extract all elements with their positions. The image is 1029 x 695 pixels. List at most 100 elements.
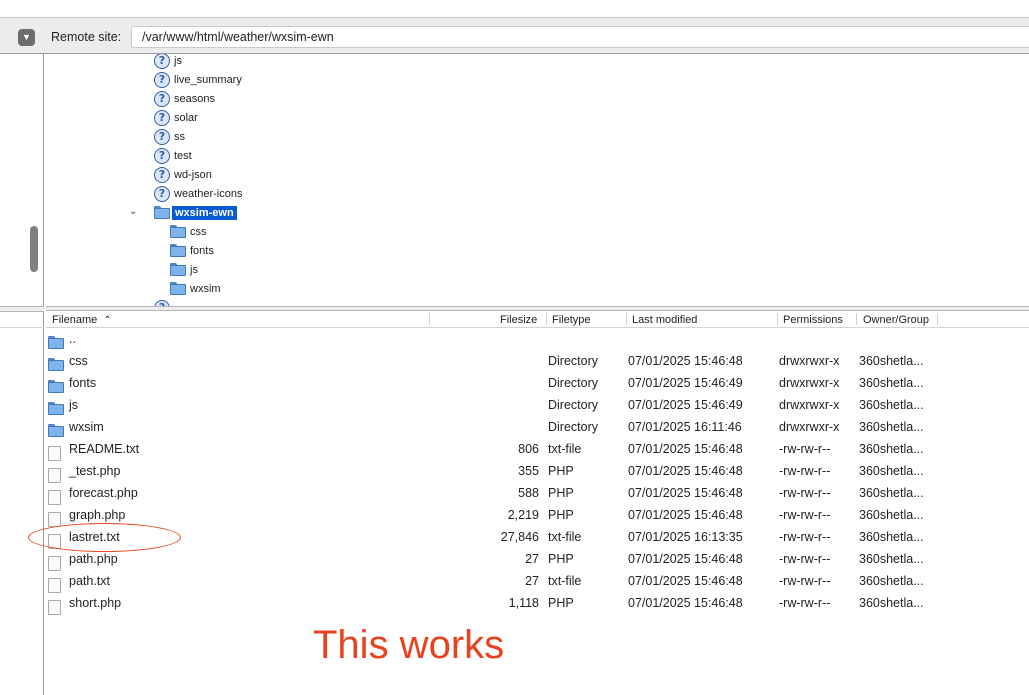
question-icon: ? (154, 166, 170, 183)
file-owner-group: 360shetla... (859, 354, 924, 368)
tree-item[interactable]: ? weather-icons (154, 184, 242, 203)
file-name: short.php (69, 596, 122, 610)
file-name: forecast.php (69, 486, 138, 500)
tree-item-label: wd-json (174, 168, 212, 181)
file-last-modified: 07/01/2025 15:46:48 (628, 486, 743, 500)
column-separator[interactable] (937, 313, 938, 325)
file-permissions: drwxrwxr-x (779, 376, 840, 390)
chevron-down-icon[interactable]: ▼ (18, 29, 35, 46)
file-type: PHP (548, 552, 574, 566)
file-permissions: -rw-rw-r-- (779, 508, 831, 522)
question-icon: ? (154, 185, 170, 202)
tree-item[interactable]: ? seasons (154, 89, 215, 108)
annotation-text: This works (313, 623, 505, 667)
column-separator[interactable] (777, 313, 778, 325)
remote-site-bar: ▼ Remote site: /var/www/html/weather/wxs… (0, 18, 1029, 54)
file-row[interactable]: README.txt 806 txt-file 07/01/2025 15:46:48… (46, 439, 1029, 461)
tree-item[interactable]: ? js (154, 54, 182, 70)
file-row[interactable]: _test.php 355 PHP 07/01/2025 15:46:48 -rw-rw… (46, 461, 1029, 483)
column-permissions[interactable]: Permissions (783, 313, 843, 327)
question-icon: ? (154, 90, 170, 107)
folder-icon (170, 225, 186, 238)
file-row[interactable]: fonts Directory 07/01/2025 15:46:49 drwxrwx… (46, 373, 1029, 395)
file-row[interactable]: short.php 1,118 PHP 07/01/2025 15:46:48 -rw-… (46, 593, 1029, 615)
local-pane (0, 54, 44, 695)
file-permissions: drwxrwxr-x (779, 420, 840, 434)
file-list-header: Filename ⌃ Filesize Filetype Last modifie… (46, 311, 1029, 328)
tree-item-label: solar (174, 111, 198, 124)
file-row[interactable]: path.php 27 PHP 07/01/2025 15:46:48 -rw-rw-r… (46, 549, 1029, 571)
file-size: 355 (518, 464, 539, 478)
tree-item-label: wxsim-ewn (172, 205, 237, 220)
remote-site-path-input[interactable]: /var/www/html/weather/wxsim-ewn (131, 26, 1029, 48)
file-row[interactable]: graph.php 2,219 PHP 07/01/2025 15:46:48 -rw-… (46, 505, 1029, 527)
file-permissions: -rw-rw-r-- (779, 486, 831, 500)
remote-site-label: Remote site: (51, 30, 122, 44)
tree-item-label: test (174, 149, 192, 162)
tree-item[interactable]: ? ss (154, 127, 185, 146)
file-owner-group: 360shetla... (859, 376, 924, 390)
column-separator[interactable] (429, 313, 430, 325)
file-name: _test.php (69, 464, 121, 478)
tree-item[interactable]: ⌄ wxsim-ewn (129, 203, 237, 222)
file-row[interactable]: forecast.php 588 PHP 07/01/2025 15:46:48 -rw… (46, 483, 1029, 505)
column-separator[interactable] (856, 313, 857, 325)
tree-item[interactable]: ? test (154, 146, 192, 165)
file-permissions: -rw-rw-r-- (779, 552, 831, 566)
file-size: 588 (518, 486, 539, 500)
file-owner-group: 360shetla... (859, 442, 924, 456)
tree-item[interactable]: ? live_summary (154, 70, 242, 89)
file-size: 1,118 (508, 596, 539, 610)
chevron-down-icon[interactable]: ⌄ (129, 206, 137, 217)
file-type: txt-file (548, 574, 582, 588)
column-filesize[interactable]: Filesize (500, 313, 537, 327)
folder-icon (170, 263, 186, 276)
sort-ascending-icon: ⌃ (103, 315, 112, 326)
tree-item[interactable]: js (170, 260, 198, 279)
file-name: wxsim (69, 420, 104, 434)
column-filename[interactable]: Filename ⌃ (52, 313, 112, 327)
local-tree-scrollbar[interactable] (30, 226, 38, 272)
tree-item-label: fonts (190, 244, 214, 257)
file-permissions: drwxrwxr-x (779, 398, 840, 412)
file-row[interactable]: wxsim Directory 07/01/2025 16:11:46 drwxrwx… (46, 417, 1029, 439)
file-type: PHP (548, 464, 574, 478)
file-last-modified: 07/01/2025 16:11:46 (628, 420, 742, 434)
file-size: 27 (525, 552, 539, 566)
tree-item-label: live_summary (174, 73, 242, 86)
local-list-header (0, 312, 44, 328)
tree-item[interactable]: css (170, 222, 207, 241)
tree-item[interactable]: ? wd-json (154, 165, 212, 184)
column-filename-label: Filename (52, 314, 98, 326)
tree-item[interactable]: ? solar (154, 108, 198, 127)
tree-item-label: css (190, 225, 207, 238)
file-permissions: -rw-rw-r-- (779, 574, 831, 588)
tree-item-partial[interactable]: ? (154, 298, 170, 306)
file-last-modified: 07/01/2025 15:46:48 (628, 552, 743, 566)
column-owner-group[interactable]: Owner/Group (863, 313, 929, 327)
file-type: Directory (548, 376, 599, 390)
folder-icon (170, 282, 186, 295)
file-row[interactable]: js Directory 07/01/2025 15:46:49 drwxrwxr-x… (46, 395, 1029, 417)
column-separator[interactable] (626, 313, 627, 325)
file-last-modified: 07/01/2025 15:46:48 (628, 442, 743, 456)
column-separator[interactable] (546, 313, 547, 325)
file-owner-group: 360shetla... (859, 574, 924, 588)
column-last-modified[interactable]: Last modified (632, 313, 697, 327)
question-icon: ? (154, 71, 170, 88)
file-type: Directory (548, 354, 599, 368)
file-row[interactable]: .. (46, 329, 1029, 351)
file-owner-group: 360shetla... (859, 596, 924, 610)
file-owner-group: 360shetla... (859, 464, 924, 478)
tree-item[interactable]: wxsim (170, 279, 221, 298)
file-row[interactable]: lastret.txt 27,846 txt-file 07/01/2025 16:1… (46, 527, 1029, 549)
column-filetype[interactable]: Filetype (552, 313, 591, 327)
file-last-modified: 07/01/2025 15:46:49 (628, 376, 743, 390)
file-last-modified: 07/01/2025 15:46:48 (628, 574, 743, 588)
tree-item[interactable]: fonts (170, 241, 214, 260)
file-name: graph.php (69, 508, 126, 522)
file-size: 27,846 (500, 530, 539, 544)
tree-item-label: weather-icons (174, 187, 243, 200)
file-row[interactable]: css Directory 07/01/2025 15:46:48 drwxrwxr-… (46, 351, 1029, 373)
file-row[interactable]: path.txt 27 txt-file 07/01/2025 15:46:48 -rw… (46, 571, 1029, 593)
